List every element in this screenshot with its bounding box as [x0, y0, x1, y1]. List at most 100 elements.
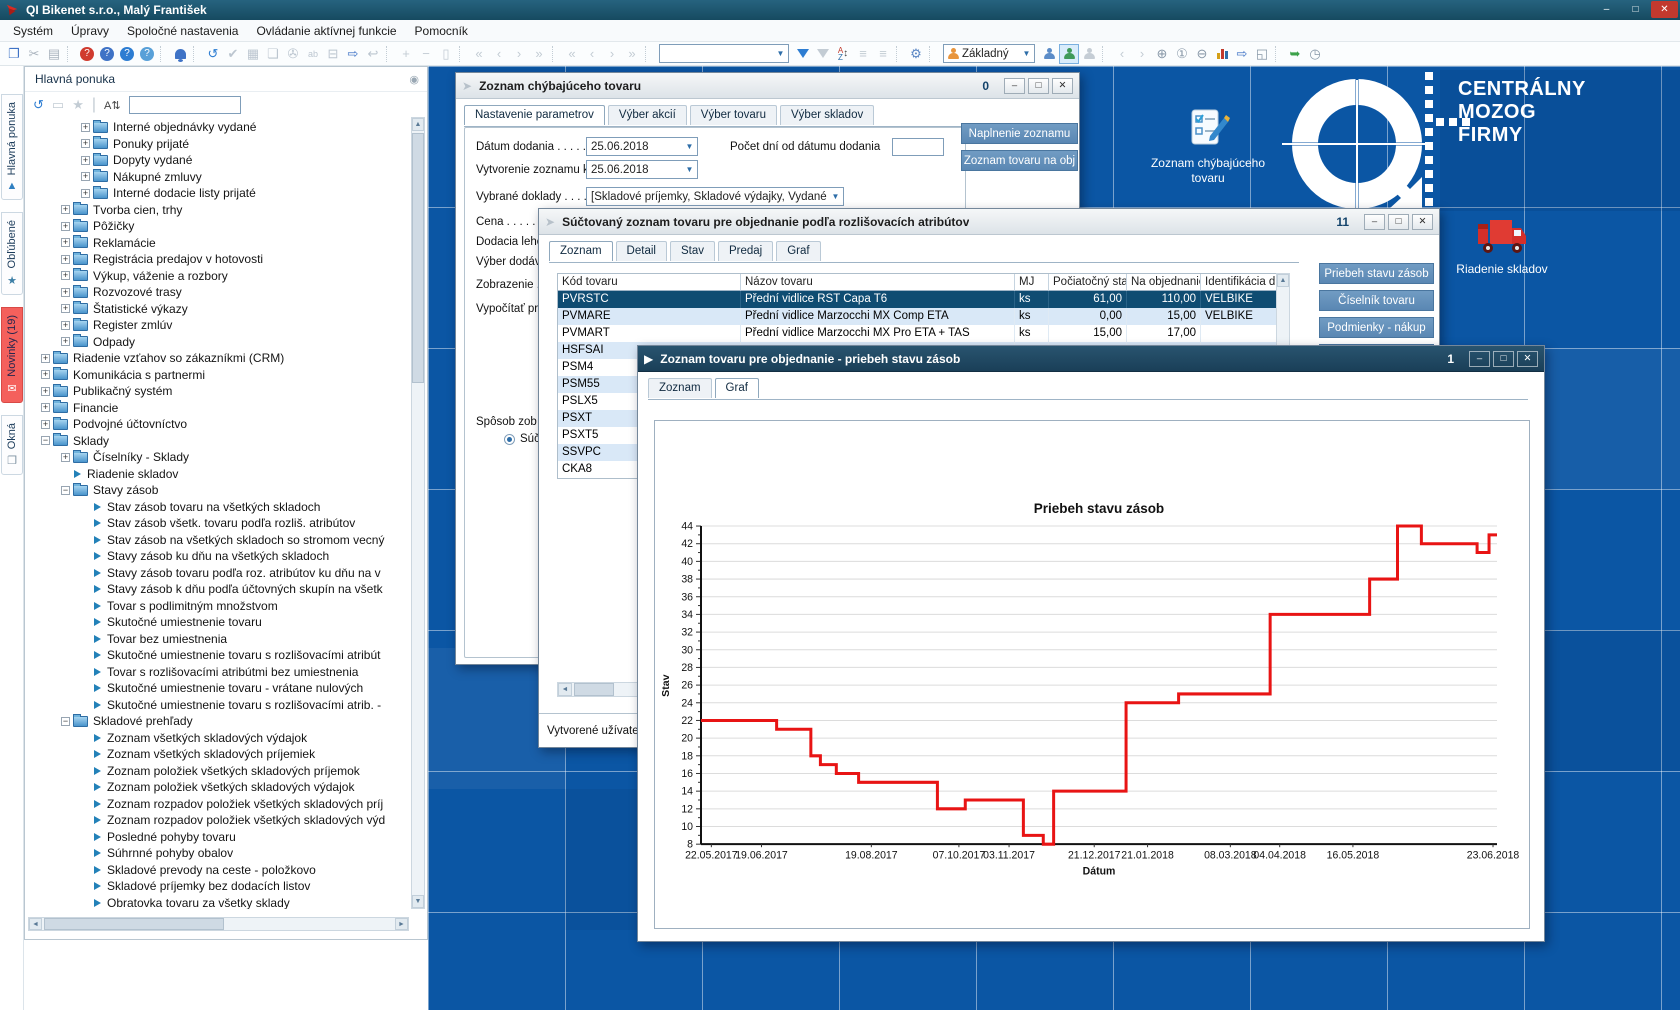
- favorite-star-icon[interactable]: ★: [72, 97, 84, 113]
- column-header[interactable]: Počiatočný stav: [1049, 274, 1127, 291]
- nav-first-icon[interactable]: «: [469, 44, 489, 64]
- tree-item[interactable]: +Publikačný systém: [29, 383, 409, 400]
- tab-graf[interactable]: Graf: [776, 241, 820, 261]
- export-db-icon[interactable]: ⇨: [343, 44, 363, 64]
- zoom-reset-icon[interactable]: ①: [1172, 44, 1192, 64]
- tree-item[interactable]: Zoznam položiek všetkých skladových výda…: [29, 779, 409, 796]
- scroll-down-icon[interactable]: ▼: [412, 895, 424, 908]
- sort-clear-icon[interactable]: ≡: [873, 44, 893, 64]
- tree-item[interactable]: Zoznam položiek všetkých skladových príj…: [29, 763, 409, 780]
- column-header[interactable]: Kód tovaru: [558, 274, 741, 291]
- expand-icon[interactable]: +: [81, 172, 90, 181]
- user-help-icon[interactable]: ?: [140, 47, 154, 61]
- button-zoznam-tovaru-na-obj[interactable]: Zoznam tovaru na obj: [961, 150, 1078, 171]
- tab-v-ber-akci-[interactable]: Výber akcií: [608, 105, 687, 125]
- tree-item[interactable]: +Nákupné zmluvy: [29, 169, 409, 186]
- form-help-icon[interactable]: ?: [100, 47, 114, 61]
- user-edit-icon[interactable]: [1059, 44, 1079, 64]
- window3-titlebar[interactable]: ▶ Zoznam tovaru pre objednanie - priebeh…: [638, 346, 1544, 372]
- desktop-icon-zoznam-chybajuceho-tovaru[interactable]: Zoznam chýbajúceho tovaru: [1138, 106, 1278, 186]
- tree-vscrollbar[interactable]: ▲ ▼: [411, 117, 425, 909]
- rec-prev-icon[interactable]: ‹: [582, 44, 602, 64]
- nav-next-icon[interactable]: ›: [509, 44, 529, 64]
- tab-nastavenie-parametrov[interactable]: Nastavenie parametrov: [464, 105, 605, 125]
- tab-stav[interactable]: Stav: [670, 241, 715, 261]
- tree-item[interactable]: Tovar bez umiestnenia: [29, 631, 409, 648]
- vytvorenie-zoznamu-combobox[interactable]: 25.06.2018▼: [586, 160, 698, 179]
- expand-icon[interactable]: +: [61, 271, 70, 280]
- close-button[interactable]: ✕: [1412, 214, 1433, 230]
- tab-v-ber-skladov[interactable]: Výber skladov: [780, 105, 874, 125]
- edit-doc-icon[interactable]: ▯: [436, 44, 456, 64]
- tree-item[interactable]: +Reklamácie: [29, 235, 409, 252]
- maximize-button[interactable]: □: [1388, 214, 1409, 230]
- sidebar-tab-hlavn-ponuka[interactable]: Hlavná ponuka▲: [1, 94, 23, 200]
- menu-search-input[interactable]: [129, 96, 241, 114]
- tree-item[interactable]: Skutočné umiestnenie tovaru s rozlišovac…: [29, 647, 409, 664]
- table-hscrollbar[interactable]: ◄: [557, 682, 641, 697]
- menu-item[interactable]: Systém: [4, 22, 62, 40]
- refresh-icon[interactable]: ↺: [33, 97, 44, 113]
- tree-item[interactable]: +Ponuky prijaté: [29, 136, 409, 153]
- expand-icon[interactable]: +: [41, 387, 50, 396]
- button-priebeh-stavu-z-sob[interactable]: Priebeh stavu zásob: [1319, 263, 1434, 284]
- scroll-thumb[interactable]: [44, 918, 224, 930]
- sort-az-icon[interactable]: AZ↕: [833, 44, 853, 64]
- sidebar-tab-okn-[interactable]: Okná❐: [1, 415, 23, 475]
- expand-icon[interactable]: +: [61, 337, 70, 346]
- chart-icon[interactable]: [1212, 44, 1232, 64]
- zoom-in-icon[interactable]: ⊕: [1152, 44, 1172, 64]
- tree-item[interactable]: Zoznam rozpadov položiek všetkých sklado…: [29, 796, 409, 813]
- column-header[interactable]: Identifikácia d...: [1201, 274, 1277, 291]
- collapse-icon[interactable]: −: [61, 717, 70, 726]
- tree-item[interactable]: +Pôžičky: [29, 218, 409, 235]
- tree-item[interactable]: +Interné dodacie listy prijaté: [29, 185, 409, 202]
- tab-predaj[interactable]: Predaj: [718, 241, 773, 261]
- replace-icon[interactable]: ab: [303, 44, 323, 64]
- window-priebeh-stavu-zasob[interactable]: ▶ Zoznam tovaru pre objednanie - priebeh…: [637, 345, 1545, 942]
- collapse-icon[interactable]: −: [61, 486, 70, 495]
- rec-last-icon[interactable]: »: [622, 44, 642, 64]
- tree-item[interactable]: +Číselníky - Sklady: [29, 449, 409, 466]
- expand-icon[interactable]: +: [61, 453, 70, 462]
- confirm-icon[interactable]: ✔: [223, 44, 243, 64]
- cut-icon[interactable]: ✂: [24, 44, 44, 64]
- expand-icon[interactable]: +: [81, 189, 90, 198]
- timer-icon[interactable]: ◷: [1305, 44, 1325, 64]
- paste-icon[interactable]: ▤: [44, 44, 64, 64]
- datum-dodania-combobox[interactable]: 25.06.2018▼: [586, 137, 698, 156]
- sidebar-tab-novinky-[interactable]: Novinky (19)✉: [1, 307, 23, 403]
- whats-this-help-icon[interactable]: ?: [80, 47, 94, 61]
- tree-item[interactable]: Zoznam všetkých skladových výdajok: [29, 730, 409, 747]
- minimize-button[interactable]: –: [1364, 214, 1385, 230]
- scroll-up-icon[interactable]: ▲: [412, 118, 424, 131]
- menu-item[interactable]: Spoločné nastavenia: [118, 22, 247, 40]
- tree-item[interactable]: +Interné objednávky vydané: [29, 119, 409, 136]
- tree-item[interactable]: Súhrnné pohyby obalov: [29, 845, 409, 862]
- filter-combobox[interactable]: ▼: [659, 44, 789, 63]
- tree-item[interactable]: Stavy zásob k dňu podľa účtovných skupín…: [29, 581, 409, 598]
- tree-item[interactable]: Stavy zásob ku dňu na všetkých skladoch: [29, 548, 409, 565]
- close-button[interactable]: ✕: [1517, 351, 1538, 367]
- tree-item[interactable]: +Register zmlúv: [29, 317, 409, 334]
- remove-icon[interactable]: −: [416, 44, 436, 64]
- column-header[interactable]: Na objednanie: [1127, 274, 1201, 291]
- user-icon[interactable]: [1039, 44, 1059, 64]
- tree-item[interactable]: +Dopyty vydané: [29, 152, 409, 169]
- expand-icon[interactable]: +: [61, 205, 70, 214]
- filter-clear-icon[interactable]: [813, 44, 833, 64]
- history-forward-icon[interactable]: ›: [1132, 44, 1152, 64]
- window1-titlebar[interactable]: ➤ Zoznam chýbajúceho tovaru 0 –□✕: [456, 73, 1079, 99]
- column-header[interactable]: Názov tovaru: [741, 274, 1015, 291]
- tree-item[interactable]: Tovar s podlimitným množstvom: [29, 598, 409, 615]
- tree-item[interactable]: +Registrácia predajov v hotovosti: [29, 251, 409, 268]
- expand-icon[interactable]: +: [41, 370, 50, 379]
- expand-icon[interactable]: +: [61, 238, 70, 247]
- scroll-up-icon[interactable]: ▲: [1277, 274, 1289, 287]
- sort-az-icon[interactable]: A⇅: [104, 99, 121, 112]
- table-row[interactable]: PVMAREPřední vidlice Marzocchi MX Comp E…: [558, 308, 1277, 325]
- tree-item[interactable]: Skutočné umiestnenie tovaru s rozlišovac…: [29, 697, 409, 714]
- scroll-left-icon[interactable]: ◄: [558, 683, 572, 696]
- minimize-button[interactable]: –: [1593, 1, 1620, 18]
- tree-item[interactable]: Obratovka tovaru za všetky sklady: [29, 895, 409, 910]
